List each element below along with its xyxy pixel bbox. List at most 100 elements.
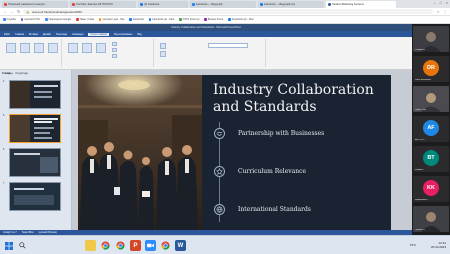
close-icon[interactable]: × [446,1,448,5]
bookmark-item[interactable]: TOP1 Кластер [179,18,199,21]
slide-bullet[interactable]: Curriculum Relevance [214,166,306,177]
ribbon-toolbar [0,37,412,70]
custom-show-icon[interactable] [48,43,58,53]
slide-thumbnail[interactable] [9,80,61,109]
word-icon[interactable]: W [175,240,186,251]
browser-tab[interactable]: (2) Facebook [138,1,188,8]
browser-tab[interactable]: YouTube: Занятие 65 ПОСТОЛ [70,1,136,8]
ribbon-tab-file[interactable]: Файл [4,33,10,36]
tab-favicon-icon [72,3,75,6]
ribbon-tab-view[interactable]: Вид [137,33,141,36]
tab-label: Student-Marketing Sections [332,3,364,6]
chrome-icon[interactable] [115,240,126,251]
current-slide[interactable]: Industry Collaboration and Standards Par… [78,75,391,230]
participant-tile[interactable]: BT Каймак Т [413,146,449,172]
bullet-text: Partnership with Businesses [238,130,325,137]
slide-title[interactable]: Industry Collaboration and Standards [213,82,388,116]
presenter-view-icon[interactable] [160,51,166,57]
ribbon-tab-insert[interactable]: Вставка [29,33,38,36]
bookmark-label: teamtech Hub [24,18,41,21]
ribbon-tab-design[interactable]: Дизайн [43,33,51,36]
reload-icon[interactable]: ↻ [17,9,20,14]
bookmark-item[interactable]: teamtech Hub [20,18,41,21]
ribbon-tab-home[interactable]: Главная [15,33,24,36]
bookmark-label: Переводчик Google [48,18,72,21]
browser-tab[interactable]: Facebook — Ведущий стр [258,1,324,8]
participant-tile[interactable]: Спицин В [413,26,449,52]
play-from-start-icon[interactable] [6,43,16,53]
tab-favicon-icon [140,3,143,6]
checkbox-icon[interactable] [112,48,117,52]
maximize-icon[interactable]: □ [440,1,442,5]
bookmark-icon [3,18,6,21]
bookmark-label: Facebook [132,18,144,21]
participant-name: Корнилова К [415,199,428,201]
url-input[interactable]: 🔒 ness.pu2.Studentmarketingsection/0000 [23,9,434,14]
window-controls: – □ × [434,1,448,5]
bookmark-item[interactable]: Службы [3,18,16,21]
bookmark-item[interactable]: Переводчик Google [45,18,71,21]
participants-panel: Спицин В DR Daria Reshetova Эзрат Саи AF… [412,24,450,235]
browser-tab[interactable]: Facebook — Ведущий [190,1,256,8]
taskbar-clock[interactable]: 12:31 20.04.2023 [431,241,446,249]
window-title: Industry Collaboration and Standards - M… [171,26,241,29]
monitor-icon[interactable] [160,43,166,49]
participant-tile[interactable]: KK Корнилова К [413,176,449,202]
participant-name: Каймак Т [415,169,425,171]
chrome-icon[interactable] [160,240,171,251]
slide-bullet[interactable]: Partnership with Businesses [214,128,324,139]
participant-tile[interactable]: AF ANTON P [413,116,449,142]
bookmark-icon [179,18,182,21]
star-bookmark-icon[interactable]: ☆ [436,9,440,14]
forward-icon[interactable]: → [10,9,14,14]
bookmark-icon [148,18,152,21]
ribbon-tab-review[interactable]: Рецензирование [114,33,132,36]
bookmark-item[interactable]: интернет дня - Ник [98,18,124,21]
participant-tile[interactable]: DR Daria Reshetova [413,56,449,82]
slide-thumbnail[interactable] [9,182,61,211]
language-indicator[interactable]: РУС [410,243,416,247]
checkbox-icon[interactable] [112,54,117,58]
browser-tab[interactable]: Полезный университет выпуск [2,1,68,8]
back-icon[interactable]: ← [3,9,7,14]
participant-tile[interactable]: Павлов Л [413,206,449,232]
ribbon-tab-transitions[interactable]: Переходы [56,33,67,36]
bookmark-label: Службы [6,18,16,21]
slide-bullet[interactable]: International Standards [214,204,311,215]
ribbon-tab-slideshow[interactable]: Показ слайдов [88,32,109,36]
theme-name: Тема Office [21,231,34,234]
tab-slides[interactable]: Слайды [2,72,12,75]
windows-taskbar: P W РУС 12:31 20.04.2023 [0,235,450,254]
ribbon-tab-animations[interactable]: Анимация [72,33,83,36]
browser-tab-active[interactable]: Student-Marketing Sections [326,1,396,8]
monitor-select[interactable] [208,43,248,48]
bookmark-item[interactable]: Facebook [129,18,144,21]
slide-thumbnail-selected[interactable] [9,114,61,143]
windows-start-icon[interactable] [3,240,14,251]
file-explorer-icon[interactable] [85,240,96,251]
browser-tab-strip: Полезный университет выпуск YouTube: Зан… [0,0,450,8]
menu-icon[interactable]: ⋮ [443,9,447,14]
bookmark-label: Facebook (2) - Мои [231,18,254,21]
bookmark-item[interactable]: Facebook (2) - Мои [148,18,174,21]
setup-slideshow-icon[interactable] [68,43,78,53]
participant-tile[interactable]: Эзрат Саи [413,86,449,112]
powerpoint-icon[interactable]: P [130,240,141,251]
address-bar: ← → ↻ 🔒 ness.pu2.Studentmarketingsection… [0,8,450,16]
meeting-app-icon[interactable] [145,240,156,251]
minimize-icon[interactable]: – [434,1,436,5]
checkbox-icon[interactable] [112,42,117,46]
slide-thumbnail[interactable] [9,148,61,177]
bookmark-item[interactable]: Пакет слова [76,18,94,21]
broadcast-icon[interactable] [34,43,44,53]
hide-slide-icon[interactable] [82,43,92,53]
bookmark-item[interactable]: Бизнес блоги [204,18,223,21]
tab-outline[interactable]: Структура [15,72,27,75]
search-icon[interactable] [17,240,28,251]
play-current-icon[interactable] [20,43,30,53]
chrome-icon[interactable] [100,240,111,251]
bookmark-icon [98,18,102,21]
bookmark-label: Пакет слова [79,18,94,21]
rehearse-timings-icon[interactable] [96,43,106,53]
bookmark-item[interactable]: Facebook (2) - Мои [228,18,254,21]
